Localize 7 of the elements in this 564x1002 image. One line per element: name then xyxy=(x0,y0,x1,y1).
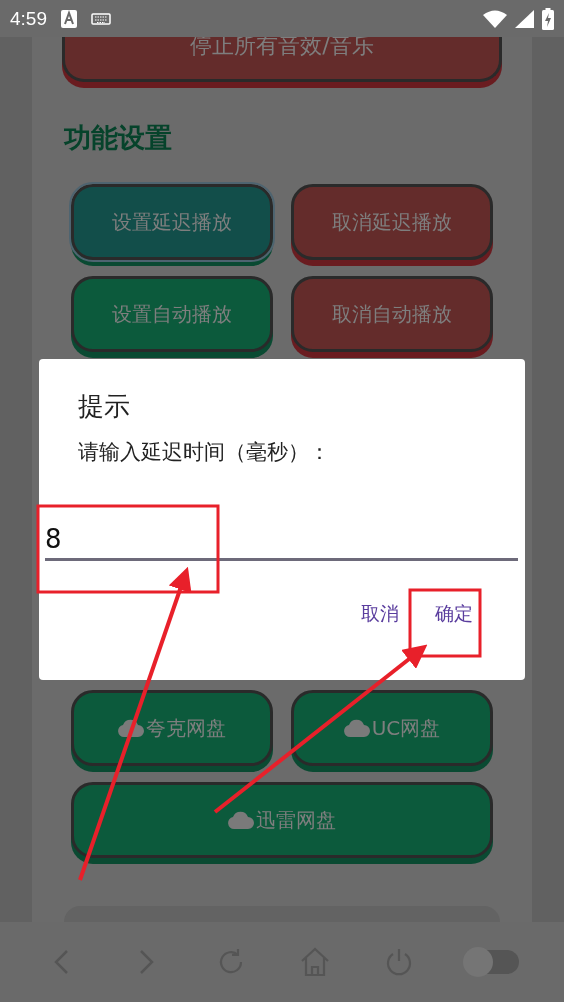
section-title: 功能设置 xyxy=(64,121,172,155)
dialog-button[interactable]: 确定 xyxy=(427,595,481,633)
input-field[interactable]: 8 xyxy=(45,516,518,561)
clock: 4:59 xyxy=(10,7,47,30)
dialog-button[interactable]: 取消 xyxy=(353,595,407,633)
dialog-message: 请输入延迟时间（毫秒）： xyxy=(78,439,331,466)
dialog-title: 提示 xyxy=(78,390,131,423)
